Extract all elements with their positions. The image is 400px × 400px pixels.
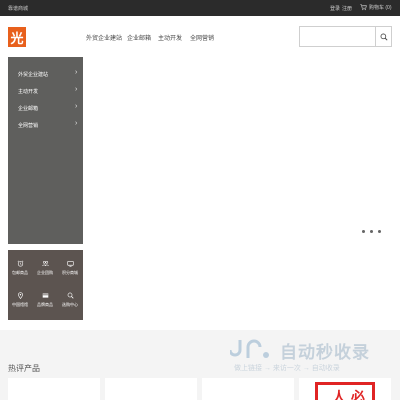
product-card[interactable] — [105, 378, 197, 400]
slider-dot[interactable] — [378, 230, 381, 233]
welcome-text: 靠谱商城 — [8, 6, 29, 12]
site-logo[interactable]: 光 — [8, 27, 26, 47]
quick-link-label: 企业团购 — [37, 270, 53, 275]
chevron-right-icon: › — [75, 103, 78, 110]
search-input[interactable] — [299, 26, 375, 47]
search-button[interactable] — [375, 26, 392, 47]
sidebar-item-email[interactable]: 企业邮箱 › — [8, 102, 83, 114]
quick-link-label: 积分商城 — [62, 270, 78, 275]
alarm-icon — [17, 260, 23, 267]
promo-badge-text: 人 必 — [332, 390, 365, 400]
quick-link-points-mall[interactable]: 积分商城 — [59, 260, 81, 284]
quick-link-china-pavilion[interactable]: 中国馆馆 — [9, 292, 31, 316]
quick-link-shopping-center[interactable]: 选购中心 — [59, 292, 81, 316]
group-icon — [41, 260, 49, 267]
sidebar-item-label: 全网营销 — [18, 123, 39, 129]
quick-links-panel: 包邮商品 企业团购 积分商城 中国馆馆 品牌商品 选购中心 — [8, 250, 83, 320]
product-card[interactable] — [8, 378, 100, 400]
chevron-right-icon: › — [75, 69, 78, 76]
watermark-sub-text: 做上链接 → 来访一次 → 自动收录 — [234, 365, 340, 372]
top-bar: 靠谱商城 登录 注册 购物车 (0) — [0, 0, 400, 16]
logo-char: 光 — [10, 31, 24, 47]
cart-label: 购物车 (0) — [369, 5, 392, 11]
nav-item-marketing[interactable]: 全网营销 — [190, 33, 214, 42]
promo-badge[interactable]: 人 必 — [315, 382, 375, 400]
sidebar-item-development[interactable]: 主动开发 › — [8, 85, 83, 97]
quick-link-label: 选购中心 — [62, 302, 78, 307]
sidebar-item-label: 主动开发 — [18, 89, 39, 95]
nav-item-email[interactable]: 企业邮箱 — [127, 33, 151, 42]
quick-link-label: 中国馆馆 — [12, 302, 28, 307]
watermark-main-text: 自动秒收录 — [280, 343, 370, 362]
quick-link-free-shipping[interactable]: 包邮商品 — [9, 260, 31, 284]
nav-item-development[interactable]: 主动开发 — [158, 33, 182, 42]
slider-dots — [362, 230, 381, 233]
section-title: 热评产品 — [8, 364, 40, 373]
slider-dot[interactable] — [362, 230, 365, 233]
sidebar-item-marketing[interactable]: 全网营销 › — [8, 119, 83, 131]
login-link[interactable]: 登录 — [330, 5, 340, 12]
nav-item-website[interactable]: 外贸企业建站 — [86, 33, 122, 42]
quick-link-label: 包邮商品 — [12, 270, 28, 275]
watermark: 自动秒收录 做上链接 → 来访一次 → 自动收录 — [230, 336, 390, 380]
cart-link[interactable]: 购物车 (0) — [360, 4, 392, 11]
location-icon — [17, 292, 23, 299]
sidebar-item-label: 企业邮箱 — [18, 106, 39, 112]
search-icon — [67, 292, 74, 299]
quick-link-label: 品牌商品 — [37, 302, 53, 307]
sidebar-item-website[interactable]: 外贸企业建站 › — [8, 68, 83, 80]
sidebar-item-label: 外贸企业建站 — [18, 72, 49, 78]
watermark-logo-icon — [230, 339, 269, 358]
quick-link-brand-goods[interactable]: 品牌商品 — [34, 292, 56, 316]
cart-icon — [360, 4, 367, 11]
chevron-right-icon: › — [75, 120, 78, 127]
category-menu: 外贸企业建站 › 主动开发 › 企业邮箱 › 全网营销 › — [8, 57, 83, 244]
product-card[interactable] — [202, 378, 294, 400]
slider-dot[interactable] — [370, 230, 373, 233]
tv-icon — [66, 261, 74, 267]
search-icon — [380, 33, 388, 41]
chevron-right-icon: › — [75, 86, 78, 93]
quick-link-group-buy[interactable]: 企业团购 — [34, 260, 56, 284]
register-link[interactable]: 注册 — [342, 5, 352, 12]
card-icon — [42, 293, 48, 298]
